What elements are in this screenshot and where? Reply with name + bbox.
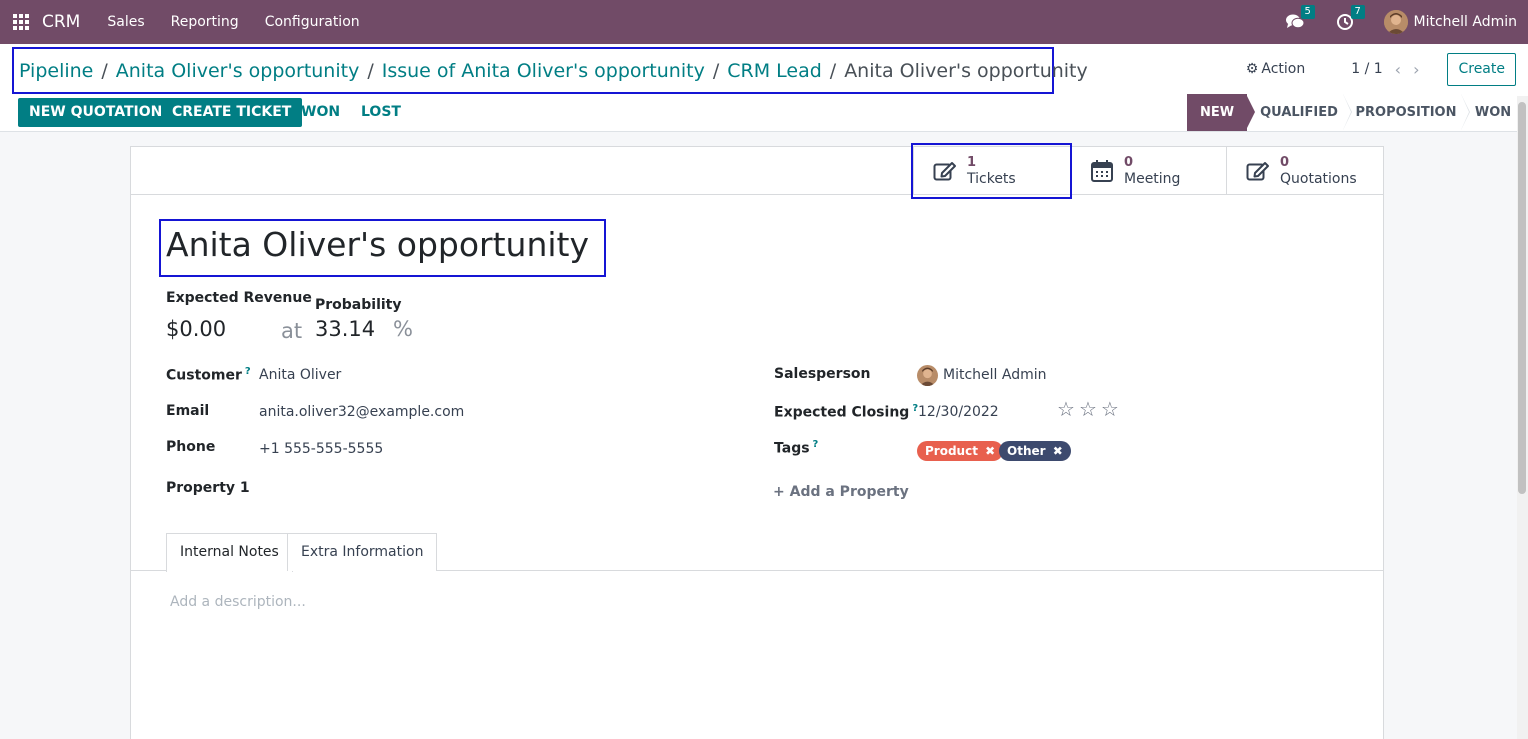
activities-badge: 7 — [1350, 5, 1365, 19]
stage-proposition[interactable]: PROPOSITION — [1343, 94, 1470, 131]
salesperson-field[interactable]: Mitchell Admin — [943, 367, 1047, 383]
user-name[interactable]: Mitchell Admin — [1414, 14, 1518, 30]
form-sheet: 1 Tickets 0 Meeting 0 Quotations Anita O… — [130, 143, 1384, 739]
meeting-label: Meeting — [1124, 171, 1181, 187]
menu-reporting[interactable]: Reporting — [171, 14, 239, 30]
tag-other-label: Other — [1007, 444, 1046, 458]
probability-label: Probability — [315, 297, 402, 313]
customer-label: Customer? — [166, 366, 251, 384]
at-text: at — [281, 319, 303, 343]
messages-button[interactable]: 5 — [1284, 5, 1315, 33]
description-editor[interactable]: Add a description... — [170, 594, 306, 610]
create-ticket-button[interactable]: CREATE TICKET — [161, 98, 303, 127]
control-panel: Pipeline / Anita Oliver's opportunity / … — [0, 44, 1528, 132]
email-label: Email — [166, 403, 210, 419]
expected-revenue-field[interactable]: $0.00 — [166, 317, 226, 341]
user-avatar[interactable] — [1383, 10, 1408, 34]
star-icon[interactable]: ☆ — [1057, 399, 1075, 419]
opportunity-title[interactable]: Anita Oliver's opportunity — [166, 225, 589, 264]
action-menu-button[interactable]: ⚙ Action — [1246, 61, 1305, 77]
help-icon[interactable]: ? — [245, 366, 251, 377]
percent-sign: % — [393, 317, 413, 341]
salesperson-label: Salesperson — [774, 366, 871, 382]
expected-closing-label-text: Expected Closing — [774, 404, 910, 421]
breadcrumb-separator: / — [101, 59, 108, 82]
quotations-count: 0 — [1280, 155, 1290, 170]
breadcrumb-issue[interactable]: Issue of Anita Oliver's opportunity — [382, 60, 705, 82]
gear-icon: ⚙ — [1245, 61, 1259, 77]
lost-button[interactable]: LOST — [361, 98, 401, 127]
expected-closing-field[interactable]: 12/30/2022 — [918, 404, 999, 420]
breadcrumb-separator: / — [367, 59, 374, 82]
app-name[interactable]: CRM — [42, 12, 80, 32]
quotations-label: Quotations — [1280, 171, 1357, 187]
phone-field[interactable]: +1 555-555-5555 — [259, 441, 383, 457]
star-icon[interactable]: ☆ — [1079, 399, 1097, 419]
salesperson-avatar — [917, 365, 938, 386]
customer-field[interactable]: Anita Oliver — [259, 367, 341, 383]
new-quotation-button[interactable]: NEW QUOTATION — [18, 98, 174, 127]
apps-grid-icon[interactable] — [13, 14, 29, 30]
tab-internal-notes[interactable]: Internal Notes — [166, 533, 293, 572]
status-row: NEW QUOTATION CREATE TICKET WON LOST NEW… — [0, 94, 1528, 132]
stage-new-label: NEW — [1199, 105, 1235, 120]
create-button[interactable]: Create — [1447, 52, 1516, 86]
menu-configuration[interactable]: Configuration — [265, 14, 360, 30]
quotations-smart-button[interactable]: 0 Quotations — [1226, 147, 1383, 195]
pager-value[interactable]: 1 / 1 — [1351, 61, 1382, 77]
won-button[interactable]: WON — [301, 98, 340, 127]
breadcrumb: Pipeline / Anita Oliver's opportunity / … — [12, 47, 1088, 94]
tab-extra-information[interactable]: Extra Information — [287, 533, 438, 571]
tickets-highlight-box — [911, 143, 1072, 199]
expected-closing-label: Expected Closing? — [774, 403, 918, 421]
stage-proposition-label: PROPOSITION — [1355, 105, 1457, 120]
breadcrumb-current: Anita Oliver's opportunity — [844, 59, 1088, 82]
stage-statusbar: NEW QUALIFIED PROPOSITION WON — [1187, 94, 1517, 131]
breadcrumb-crm-lead[interactable]: CRM Lead — [727, 60, 822, 82]
star-icon[interactable]: ☆ — [1101, 399, 1119, 419]
priority-widget: ☆ ☆ ☆ — [1057, 399, 1123, 419]
activities-button[interactable]: 7 — [1334, 5, 1365, 33]
breadcrumb-separator: / — [712, 59, 720, 82]
stage-qualified-label: QUALIFIED — [1260, 105, 1338, 120]
notebook-tabs: Internal Notes Extra Information — [131, 533, 1383, 572]
action-label: Action — [1261, 61, 1306, 77]
pencil-square-icon — [1245, 158, 1271, 184]
calendar-icon — [1089, 158, 1115, 184]
pager-previous-icon[interactable]: ‹ — [1395, 60, 1401, 79]
tag-other: Other ✖ — [999, 441, 1071, 461]
remove-tag-icon[interactable]: ✖ — [985, 444, 995, 458]
expected-revenue-label: Expected Revenue — [166, 290, 312, 306]
top-navbar: CRM Sales Reporting Configuration 5 7 Mi… — [0, 0, 1528, 44]
phone-label: Phone — [166, 439, 216, 455]
tags-label-text: Tags — [774, 440, 810, 457]
meeting-count: 0 — [1124, 155, 1134, 170]
breadcrumb-opportunity[interactable]: Anita Oliver's opportunity — [116, 60, 360, 82]
breadcrumb-pipeline[interactable]: Pipeline — [19, 60, 93, 82]
tag-product-label: Product — [925, 444, 978, 458]
customer-label-text: Customer — [166, 367, 242, 384]
scrollbar-thumb[interactable] — [1518, 102, 1526, 494]
stage-new[interactable]: NEW — [1187, 94, 1255, 131]
email-field[interactable]: anita.oliver32@example.com — [259, 404, 464, 420]
tag-product: Product ✖ — [917, 441, 1004, 461]
tags-label: Tags? — [774, 439, 818, 457]
pager-next-icon[interactable]: › — [1413, 60, 1419, 79]
help-icon[interactable]: ? — [813, 439, 819, 450]
remove-tag-icon[interactable]: ✖ — [1053, 444, 1063, 458]
stage-qualified[interactable]: QUALIFIED — [1247, 94, 1352, 131]
messages-badge: 5 — [1300, 5, 1315, 19]
breadcrumb-separator: / — [829, 59, 837, 82]
menu-sales[interactable]: Sales — [107, 14, 144, 30]
probability-field[interactable]: 33.14 — [315, 317, 375, 341]
page-scrollbar[interactable] — [1517, 96, 1528, 739]
plus-icon: + — [773, 484, 785, 500]
property-1-label: Property 1 — [166, 480, 250, 496]
add-property-label: Add a Property — [789, 484, 909, 500]
meeting-smart-button[interactable]: 0 Meeting — [1070, 147, 1227, 195]
stage-won-label: WON — [1474, 105, 1512, 120]
add-property-button[interactable]: + Add a Property — [773, 484, 909, 500]
smart-button-box: 1 Tickets 0 Meeting 0 Quotations — [131, 143, 1383, 199]
